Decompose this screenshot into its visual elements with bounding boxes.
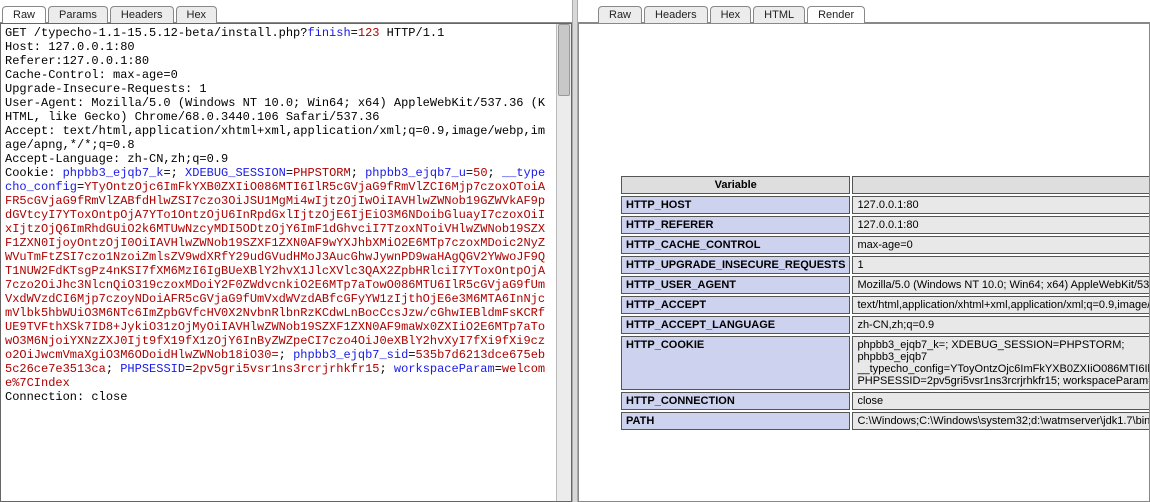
hdr-cookie-label: Cookie: <box>5 166 63 180</box>
eq: = <box>286 166 293 180</box>
var-val: 127.0.0.1:80 <box>852 216 1150 234</box>
var-key: HTTP_CONNECTION <box>621 392 850 410</box>
var-val: C:\Windows;C:\Windows\system32;d:\watmse… <box>852 412 1150 430</box>
request-scrollbar[interactable] <box>556 24 571 501</box>
var-key: HTTP_REFERER <box>621 216 850 234</box>
var-key: HTTP_UPGRADE_INSECURE_REQUESTS <box>621 256 850 274</box>
var-key: HTTP_COOKIE <box>621 336 850 390</box>
var-val: 1 <box>852 256 1150 274</box>
semi: ; <box>351 166 365 180</box>
var-key: PATH <box>621 412 850 430</box>
request-tabs: Raw Params Headers Hex <box>0 0 572 23</box>
semi: ; <box>279 348 286 362</box>
req-http-ver: HTTP/1.1 <box>379 26 444 40</box>
tab-resp-hex[interactable]: Hex <box>710 6 752 23</box>
response-render[interactable]: Variable HTTP_HOST127.0.0.1:80 HTTP_REFE… <box>578 23 1150 502</box>
req-line-method: GET /typecho-1.1-15.5.12-beta/install.ph… <box>5 26 307 40</box>
table-row: HTTP_REFERER127.0.0.1:80 <box>621 216 1150 234</box>
col-variable: Variable <box>621 176 850 194</box>
hdr-cache: Cache-Control: max-age=0 <box>5 68 178 82</box>
hdr-referer: Referer:127.0.0.1:80 <box>5 54 149 68</box>
table-head-row: Variable <box>621 176 1150 194</box>
hdr-connection: Connection: close <box>5 390 127 404</box>
cookie-key-1: phpbb3_ejqb7_k <box>63 166 164 180</box>
table-row: PATHC:\Windows;C:\Windows\system32;d:\wa… <box>621 412 1150 430</box>
table-row: HTTP_CACHE_CONTROLmax-age=0 <box>621 236 1150 254</box>
tab-raw[interactable]: Raw <box>2 6 46 23</box>
tab-hex[interactable]: Hex <box>176 6 218 23</box>
eq: = <box>495 362 502 376</box>
cookie-key-6: PHPSESSID <box>120 362 185 376</box>
var-val: max-age=0 <box>852 236 1150 254</box>
table-row: HTTP_ACCEPTtext/html,application/xhtml+x… <box>621 296 1150 314</box>
var-val: 127.0.0.1:80 <box>852 196 1150 214</box>
table-row: HTTP_COOKIEphpbb3_ejqb7_k=; XDEBUG_SESSI… <box>621 336 1150 390</box>
server-vars-table: Variable HTTP_HOST127.0.0.1:80 HTTP_REFE… <box>619 174 1150 432</box>
cookie-key-2: XDEBUG_SESSION <box>185 166 286 180</box>
hdr-upgrade: Upgrade-Insecure-Requests: 1 <box>5 82 207 96</box>
table-row: HTTP_UPGRADE_INSECURE_REQUESTS1 <box>621 256 1150 274</box>
cookie-val-6: 2pv5gri5vsr1ns3rcrjrhkfr15 <box>192 362 379 376</box>
cookie-val-3: 50 <box>473 166 487 180</box>
col-value <box>852 176 1150 194</box>
hdr-accept-lang: Accept-Language: zh-CN,zh;q=0.9 <box>5 152 228 166</box>
table-row: HTTP_ACCEPT_LANGUAGEzh-CN,zh;q=0.9 <box>621 316 1150 334</box>
hdr-user-agent: User-Agent: Mozilla/5.0 (Windows NT 10.0… <box>5 96 545 124</box>
var-val: close <box>852 392 1150 410</box>
request-pane: Raw Params Headers Hex GET /typecho-1.1-… <box>0 0 572 502</box>
tab-resp-render[interactable]: Render <box>807 6 865 23</box>
cookie-key-3: phpbb3_ejqb7_u <box>365 166 466 180</box>
burp-split-view: Raw Params Headers Hex GET /typecho-1.1-… <box>0 0 1150 502</box>
request-text[interactable]: GET /typecho-1.1-15.5.12-beta/install.ph… <box>1 24 556 501</box>
var-val: Mozilla/5.0 (Windows NT 10.0; Win64; x64… <box>852 276 1150 294</box>
table-row: HTTP_USER_AGENTMozilla/5.0 (Windows NT 1… <box>621 276 1150 294</box>
table-row: HTTP_CONNECTIONclose <box>621 392 1150 410</box>
semi: ; <box>488 166 502 180</box>
var-key: HTTP_CACHE_CONTROL <box>621 236 850 254</box>
table-row: HTTP_HOST127.0.0.1:80 <box>621 196 1150 214</box>
tab-headers[interactable]: Headers <box>110 6 174 23</box>
tab-resp-raw[interactable]: Raw <box>598 6 642 23</box>
eq: =; <box>163 166 185 180</box>
var-key: HTTP_HOST <box>621 196 850 214</box>
cookie-val-2: PHPSTORM <box>293 166 351 180</box>
tab-resp-html[interactable]: HTML <box>753 6 805 23</box>
response-tabs: Raw Headers Hex HTML Render <box>578 0 1150 23</box>
var-val: phpbb3_ejqb7_k=; XDEBUG_SESSION=PHPSTORM… <box>852 336 1150 390</box>
scrollbar-thumb[interactable] <box>558 24 570 96</box>
cookie-key-5: phpbb3_ejqb7_sid <box>293 348 408 362</box>
var-val: zh-CN,zh;q=0.9 <box>852 316 1150 334</box>
hdr-host: Host: 127.0.0.1:80 <box>5 40 135 54</box>
tab-resp-headers[interactable]: Headers <box>644 6 708 23</box>
var-val: text/html,application/xhtml+xml,applicat… <box>852 296 1150 314</box>
cookie-key-7: workspaceParam <box>394 362 495 376</box>
req-param-name: finish <box>307 26 350 40</box>
eq: = <box>351 26 358 40</box>
tab-params[interactable]: Params <box>48 6 108 23</box>
var-key: HTTP_ACCEPT_LANGUAGE <box>621 316 850 334</box>
semi: ; <box>106 362 120 376</box>
request-editor: GET /typecho-1.1-15.5.12-beta/install.ph… <box>0 23 572 502</box>
cookie-val-4: YTyOntzOjc6ImFkYXB0ZXIiO086MTI6IlR5cGVja… <box>5 180 545 362</box>
var-key: HTTP_USER_AGENT <box>621 276 850 294</box>
semi: ; <box>379 362 393 376</box>
var-key: HTTP_ACCEPT <box>621 296 850 314</box>
req-param-value: 123 <box>358 26 380 40</box>
response-pane: Raw Headers Hex HTML Render Variable HTT… <box>578 0 1150 502</box>
hdr-accept: Accept: text/html,application/xhtml+xml,… <box>5 124 545 152</box>
